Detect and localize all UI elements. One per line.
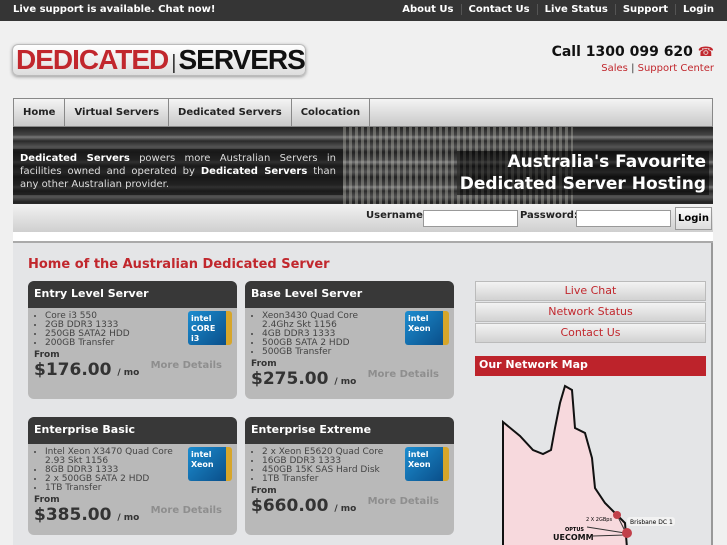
divider [13, 232, 713, 243]
plan-features: 2 x Xeon E5620 Quad Core16GB DDR3 133345… [262, 448, 392, 484]
logo-part2: SERVERS [178, 44, 305, 75]
main-nav: Home Virtual Servers Dedicated Servers C… [13, 98, 713, 127]
plan-feature: Xeon3430 Quad Core 2.4Ghz Skt 1156 [262, 312, 392, 330]
live-chat-button[interactable]: Live Chat [475, 281, 706, 301]
plan-price: $385.00 / mo [34, 505, 139, 525]
plan-card[interactable]: Base Level Server Xeon3430 Quad Core 2.4… [245, 281, 454, 399]
top-links: About Us Contact Us Live Status Support … [395, 4, 714, 15]
live-support-message[interactable]: Live support is available. Chat now! [13, 4, 215, 15]
plan-feature: 1TB Transfer [262, 475, 392, 484]
phone-icon: ☎ [697, 45, 714, 60]
logo[interactable]: DEDICATED | SERVERS [12, 44, 306, 76]
price-period: / mo [334, 504, 357, 514]
more-details-link[interactable]: More Details [368, 496, 439, 507]
blurb-bold: Dedicated Servers [200, 166, 308, 177]
plan-card[interactable]: Enterprise Basic Intel Xeon X3470 Quad C… [28, 417, 237, 535]
intel-badge-icon: intel Xeon [188, 447, 232, 481]
top-link-support[interactable]: Support [614, 4, 675, 15]
page-title: Home of the Australian Dedicated Server [28, 257, 330, 272]
top-link-about[interactable]: About Us [395, 4, 460, 15]
nav-dedicated-servers[interactable]: Dedicated Servers [169, 99, 292, 126]
plan-feature: 1TB Transfer [45, 484, 175, 493]
intel-badge-icon: intel CORE i3 [188, 311, 232, 345]
link-speed-label: 2 X 2GBps [586, 517, 612, 523]
plan-feature: 200GB Transfer [45, 339, 175, 348]
intel-badge-icon: intel Xeon [405, 311, 449, 345]
more-details-link[interactable]: More Details [368, 369, 439, 380]
tagline-line2: Dedicated Server Hosting [459, 174, 706, 194]
top-link-login[interactable]: Login [675, 4, 714, 15]
plan-card[interactable]: Entry Level Server Core i3 5502GB DDR3 1… [28, 281, 237, 399]
plan-price: $660.00 / mo [251, 496, 356, 516]
logo-part1: DEDICATED [16, 44, 169, 75]
logo-separator: | [171, 52, 176, 74]
login-bar: Username: Password: Login [13, 204, 713, 232]
price-value: $275.00 [251, 369, 329, 389]
top-link-contact[interactable]: Contact Us [460, 4, 537, 15]
plan-price: $176.00 / mo [34, 360, 139, 380]
price-period: / mo [334, 377, 357, 387]
plan-name: Base Level Server [245, 281, 454, 308]
tagline-line1: Australia's Favourite [507, 152, 706, 172]
plan-name: Entry Level Server [28, 281, 237, 308]
separator: | [631, 63, 635, 74]
price-value: $385.00 [34, 505, 112, 525]
plan-features: Core i3 5502GB DDR3 1333250GB SATA2 HDD2… [45, 312, 175, 348]
plan-feature: 500GB Transfer [262, 348, 392, 357]
network-map[interactable]: Brisbane DC 1 2 X 2GBps OPTUS UECOMM [475, 378, 706, 545]
password-input[interactable] [576, 210, 671, 227]
more-details-link[interactable]: More Details [151, 505, 222, 516]
nav-virtual-servers[interactable]: Virtual Servers [65, 99, 170, 126]
contact-us-button[interactable]: Contact Us [475, 323, 706, 343]
nav-colocation[interactable]: Colocation [292, 99, 371, 126]
from-label: From [251, 359, 277, 369]
plan-feature: Intel Xeon X3470 Quad Core 2.93 Skt 1156 [45, 448, 175, 466]
node-dot [613, 511, 621, 519]
hero-banner: Dedicated Servers powers more Australian… [13, 127, 713, 204]
more-details-link[interactable]: More Details [151, 360, 222, 371]
blurb-bold: Dedicated Servers [20, 153, 130, 164]
call-number: Call 1300 099 620 ☎ [552, 44, 714, 60]
from-label: From [251, 486, 277, 496]
price-value: $176.00 [34, 360, 112, 380]
banner-tagline: Australia's Favourite Dedicated Server Ho… [456, 151, 709, 195]
nav-home[interactable]: Home [14, 99, 66, 126]
plan-name: Enterprise Extreme [245, 417, 454, 444]
top-bar: Live support is available. Chat now! Abo… [0, 0, 727, 21]
username-input[interactable] [423, 210, 518, 227]
intel-badge-icon: intel Xeon [405, 447, 449, 481]
sales-link[interactable]: Sales [601, 63, 628, 74]
dc-label: Brisbane DC 1 [630, 519, 673, 526]
plan-price: $275.00 / mo [251, 369, 356, 389]
network-map-title: Our Network Map [475, 356, 706, 376]
plan-features: Xeon3430 Quad Core 2.4Ghz Skt 11564GB DD… [262, 312, 392, 357]
plan-name: Enterprise Basic [28, 417, 237, 444]
price-value: $660.00 [251, 496, 329, 516]
call-text: Call 1300 099 620 [551, 44, 693, 60]
header-links: Sales | Support Center [601, 63, 714, 74]
username-label: Username: [366, 210, 427, 221]
login-button[interactable]: Login [675, 207, 712, 230]
node-dot [622, 528, 632, 538]
support-center-link[interactable]: Support Center [638, 63, 714, 74]
from-label: From [34, 495, 60, 505]
price-period: / mo [117, 368, 140, 378]
top-link-live-status[interactable]: Live Status [536, 4, 615, 15]
password-label: Password: [520, 210, 578, 221]
plan-card[interactable]: Enterprise Extreme 2 x Xeon E5620 Quad C… [245, 417, 454, 535]
plan-features: Intel Xeon X3470 Quad Core 2.93 Skt 1156… [45, 448, 175, 493]
price-period: / mo [117, 513, 140, 523]
uecomm-label: UECOMM [553, 533, 594, 542]
from-label: From [34, 350, 60, 360]
network-status-button[interactable]: Network Status [475, 302, 706, 322]
banner-blurb: Dedicated Servers powers more Australian… [13, 149, 343, 195]
